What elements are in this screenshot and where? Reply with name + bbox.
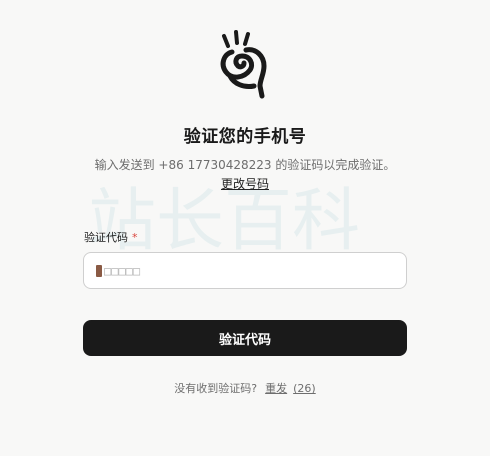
resend-countdown: (26) (293, 382, 316, 395)
verify-code-button[interactable]: 验证代码 (83, 320, 407, 356)
text-cursor (96, 265, 102, 277)
verify-phone-page: 验证您的手机号 输入发送到 +86 17730428223 的验证码以完成验证。… (0, 0, 490, 456)
hand-swirl-logo-icon (220, 30, 267, 99)
watermark-text: 站长百科 (88, 182, 360, 258)
page-title: 验证您的手机号 (183, 127, 307, 147)
resend-row: 没有收到验证码? 重发 (26) (0, 380, 490, 396)
code-label-text: 验证代码 (84, 231, 128, 244)
instruction-text: 输入发送到 +86 17730428223 的验证码以完成验证。 (94, 158, 396, 172)
code-field-label: 验证代码 * (84, 229, 138, 245)
resend-link[interactable]: 重发 (265, 382, 287, 395)
code-input[interactable] (84, 253, 406, 288)
resend-prompt: 没有收到验证码? (174, 382, 258, 395)
watermark: 站长百科 (88, 182, 360, 258)
required-mark: * (132, 231, 138, 244)
code-input-box (83, 252, 407, 289)
